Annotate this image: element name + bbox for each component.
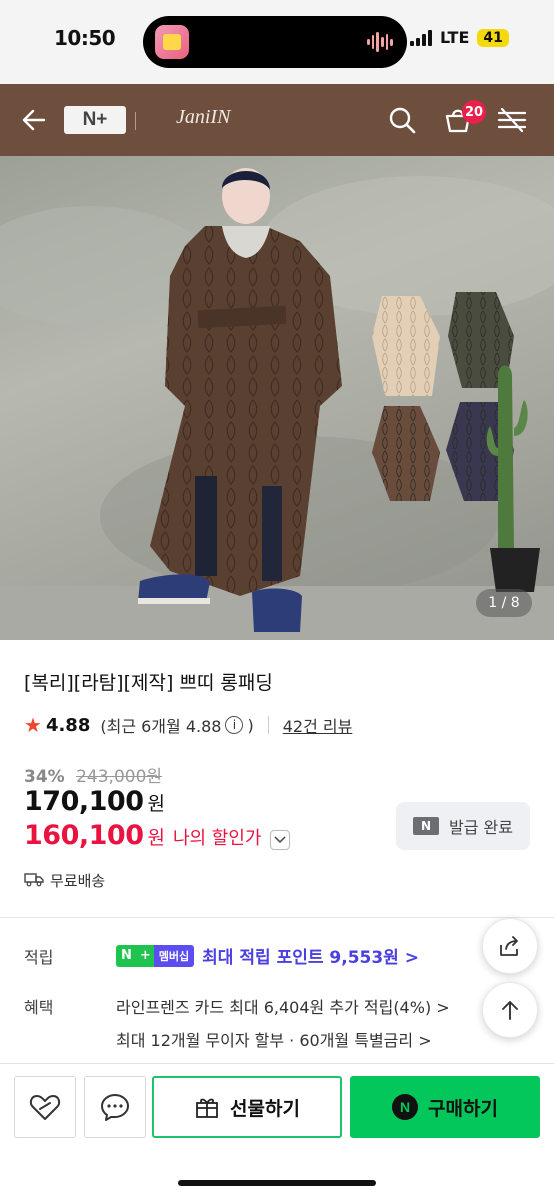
network-label: LTE — [440, 28, 470, 47]
shipping-label: 무료배송 — [50, 872, 106, 890]
discount-row: 34% 243,000원 — [24, 762, 162, 787]
my-price-unit: 원 — [147, 827, 165, 849]
chat-button[interactable] — [84, 1076, 146, 1138]
shipping-info: 무료배송 — [24, 870, 105, 891]
gift-button[interactable]: 선물하기 — [152, 1076, 342, 1138]
section-divider — [0, 917, 554, 918]
price-value: 170,100 — [24, 786, 144, 817]
points-label: 적립 — [24, 948, 54, 967]
recent-rating-close: ) — [247, 715, 254, 735]
installment-benefit-link[interactable]: 최대 12개월 무이자 할부 · 60개월 특별금리 > — [116, 1027, 432, 1051]
heart-icon — [29, 1095, 61, 1120]
cart-count-badge: 20 — [462, 100, 486, 124]
truck-icon — [24, 871, 44, 891]
coupon-icon: N — [413, 817, 440, 835]
dynamic-island — [143, 16, 407, 68]
status-icons: LTE 41 — [410, 28, 509, 47]
price-unit: 원 — [147, 793, 165, 815]
my-price-label: 나의 할인가 — [172, 828, 262, 849]
coupon-label: 발급 완료 — [449, 818, 513, 837]
scroll-top-button[interactable] — [482, 982, 538, 1038]
buy-button[interactable]: N 구매하기 — [350, 1076, 540, 1138]
wishlist-button[interactable] — [14, 1076, 76, 1138]
product-image[interactable] — [0, 156, 554, 640]
audio-wave-icon — [367, 32, 394, 52]
sale-price: 170,100 원 — [24, 786, 165, 817]
search-icon[interactable] — [384, 102, 420, 138]
image-counter: 1 / 8 — [476, 589, 532, 617]
header-divider — [135, 112, 136, 130]
star-icon: ★ — [24, 713, 42, 737]
product-title: [복리][라탐][제작] 쁘띠 롱패딩 — [24, 672, 273, 694]
my-discount-price: 160,100 원 나의 할인가 — [24, 820, 290, 851]
coupon-issued-button[interactable]: N 발급 완료 — [396, 802, 530, 850]
rating-row: ★ 4.88 (최근 6개월 4.88 i ) 42건 리뷰 — [24, 713, 352, 737]
naver-pay-icon: N — [392, 1094, 419, 1120]
app-icon — [155, 25, 189, 59]
menu-close-icon[interactable] — [494, 102, 530, 138]
share-button[interactable] — [482, 918, 538, 974]
signal-icon — [410, 29, 432, 46]
status-bar: 10:50 LTE 41 — [0, 0, 554, 84]
points-row[interactable]: N + 멤버십 최대 적립 포인트 9,553원 > — [116, 943, 419, 968]
gift-label: 선물하기 — [230, 1097, 300, 1120]
membership-label: 멤버십 — [153, 944, 195, 967]
nplus-store-logo[interactable]: N+ — [64, 106, 126, 134]
naver-plus-membership-badge: N + 멤버십 — [116, 944, 195, 967]
review-count-link[interactable]: 42건 리뷰 — [283, 713, 353, 737]
chevron-down-icon[interactable] — [269, 830, 290, 850]
max-points-text[interactable]: 최대 적립 포인트 9,553원 > — [202, 943, 419, 968]
original-price: 243,000원 — [76, 767, 163, 787]
info-icon[interactable]: i — [225, 716, 244, 734]
rating-divider — [267, 716, 269, 734]
brand-logo[interactable]: JaniIN — [176, 106, 230, 129]
home-indicator — [178, 1180, 376, 1186]
my-price-value: 160,100 — [24, 820, 144, 851]
share-icon — [500, 936, 518, 956]
buy-label: 구매하기 — [428, 1097, 498, 1120]
back-arrow-icon[interactable] — [16, 102, 52, 138]
battery-indicator: 41 — [477, 28, 509, 47]
recent-rating-label: (최근 6개월 4.88 — [100, 717, 222, 736]
rating-value: 4.88 — [45, 714, 91, 736]
benefit-label: 혜택 — [24, 998, 54, 1017]
chat-bubble-icon — [101, 1094, 129, 1121]
discount-rate: 34% — [24, 767, 65, 787]
gift-icon — [196, 1098, 218, 1118]
status-time: 10:50 — [54, 26, 116, 50]
card-benefit-link[interactable]: 라인프렌즈 카드 최대 6,404원 추가 적립(4%) > — [116, 994, 450, 1018]
arrow-up-icon — [502, 1001, 518, 1020]
